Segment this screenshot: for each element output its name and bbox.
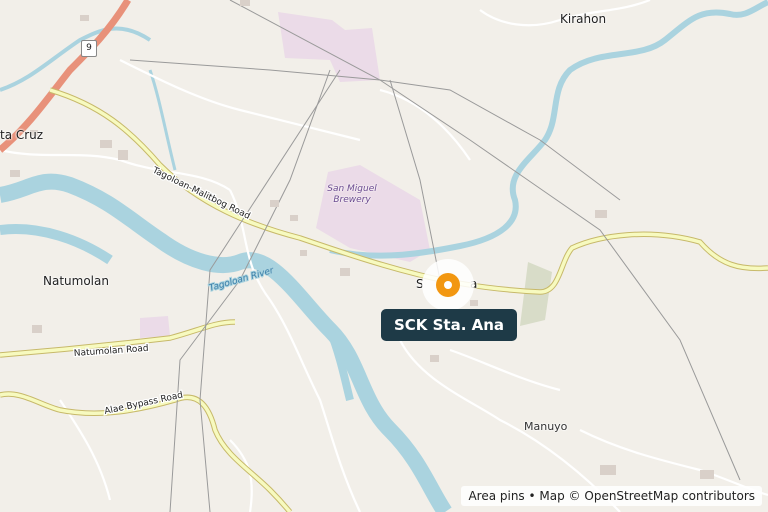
attribution-separator: • [528,489,536,503]
location-pin-icon[interactable] [436,273,460,297]
map-canvas[interactable]: Tagoloan-Malitbog Road Natumolan Road Al… [0,0,768,512]
pin-center-dot [444,281,452,289]
poi-label-brewery-line1: San Miguel [327,184,377,194]
attribution-area-pins[interactable]: Area pins [468,489,524,503]
map-attribution: Area pins • Map © OpenStreetMap contribu… [461,486,762,506]
place-label-santa-cruz: ta Cruz [0,128,44,142]
place-label-natumolan: Natumolan [43,274,109,288]
map-view[interactable]: Tagoloan-Malitbog Road Natumolan Road Al… [0,0,768,512]
place-label-manuyo: Manuyo [524,420,568,433]
attribution-map-credit[interactable]: Map © OpenStreetMap contributors [539,489,755,503]
poi-label-brewery-line2: Brewery [333,195,371,205]
poi-label-brewery: San Miguel Brewery [322,184,382,206]
route-9-shield: 9 [81,40,97,57]
place-label-kirahon: Kirahon [560,12,607,26]
industrial-area-west [140,316,170,338]
pin-label-callout[interactable]: SCK Sta. Ana [381,309,517,341]
